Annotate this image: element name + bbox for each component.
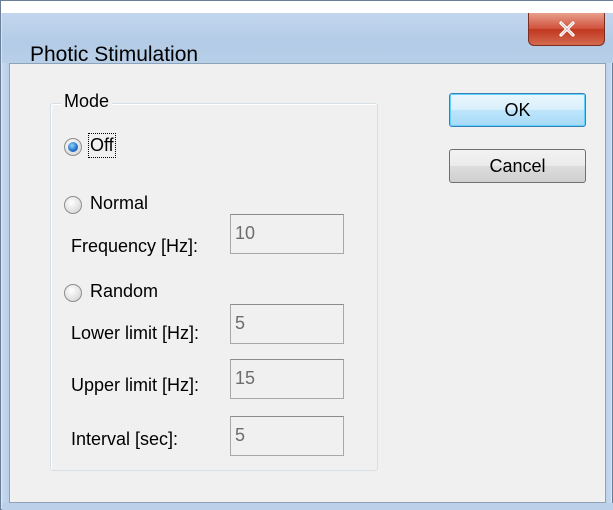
frequency-field[interactable]: 10 xyxy=(230,214,344,254)
radio-normal-label[interactable]: Normal xyxy=(90,193,148,214)
radio-off-label[interactable]: Off xyxy=(88,133,116,158)
interval-field[interactable]: 5 xyxy=(230,416,344,456)
mode-group-label: Mode xyxy=(61,91,113,112)
lower-limit-field[interactable]: 5 xyxy=(230,304,344,344)
upper-limit-field[interactable]: 15 xyxy=(230,359,344,399)
frequency-label: Frequency [Hz]: xyxy=(71,236,199,256)
close-icon xyxy=(558,21,575,37)
screen-top-strip xyxy=(1,1,613,13)
cancel-button[interactable]: Cancel xyxy=(449,149,586,183)
frame-bottom xyxy=(2,503,613,510)
radio-random-label[interactable]: Random xyxy=(90,281,158,302)
frame-left xyxy=(2,63,9,510)
radio-random[interactable] xyxy=(64,284,82,302)
lower-limit-label: Lower limit [Hz]: xyxy=(71,323,200,343)
dialog-window: Photic Stimulation Mode Off Normal Frequ… xyxy=(0,0,613,510)
interval-label: Interval [sec]: xyxy=(71,429,179,449)
radio-normal[interactable] xyxy=(64,196,82,214)
title-bar[interactable]: Photic Stimulation xyxy=(2,13,613,66)
upper-limit-label: Upper limit [Hz]: xyxy=(71,375,200,395)
ok-button[interactable]: OK xyxy=(449,93,586,127)
radio-off[interactable] xyxy=(64,138,82,156)
close-button[interactable] xyxy=(528,13,605,46)
